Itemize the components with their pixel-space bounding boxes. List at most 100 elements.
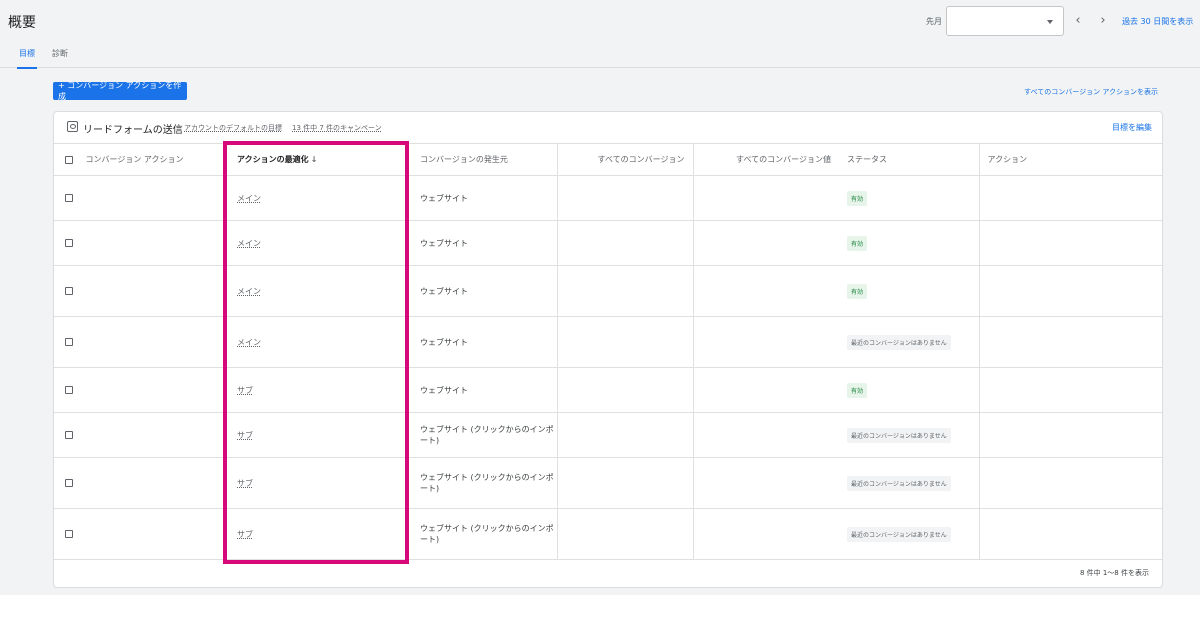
campaign-count-label[interactable]: 13 件中 7 件のキャンペーン <box>292 123 382 133</box>
all-conversions-cell <box>556 220 693 266</box>
select-all-checkbox[interactable] <box>65 155 73 164</box>
optimization-cell[interactable]: メイン <box>226 175 412 221</box>
optimization-cell[interactable]: サブ <box>226 367 412 413</box>
status-badge: 最近のコンバージョンはありません <box>847 427 951 443</box>
optimization-cell[interactable]: メイン <box>226 316 412 368</box>
status-cell: 最近のコンバージョンはありません <box>839 316 979 368</box>
all-conversions-cell <box>556 412 693 458</box>
all-conversion-value-cell <box>692 220 839 266</box>
row-select-cell <box>54 265 226 317</box>
row-select-cell <box>54 220 226 266</box>
column-header-optimization[interactable]: アクションの最適化 ↓ <box>226 143 412 176</box>
row-select-cell <box>54 457 226 509</box>
row-select-cell <box>54 175 226 221</box>
all-conversions-cell <box>556 316 693 368</box>
page-title: 概要 <box>8 15 36 31</box>
row-checkbox[interactable] <box>65 431 73 439</box>
all-conversions-cell <box>556 457 693 509</box>
chevron-right-icon: › <box>1100 12 1106 28</box>
status-badge: 有効 <box>847 283 868 299</box>
create-conversion-action-button[interactable]: + コンバージョン アクションを作成 <box>53 81 187 101</box>
status-badge: 有効 <box>847 190 868 206</box>
actions-cell <box>978 508 1162 560</box>
column-header-source: コンバージョンの発生元 <box>412 143 557 176</box>
status-badge: 最近のコンバージョンはありません <box>847 334 951 350</box>
column-label: コンバージョン アクション <box>85 155 184 164</box>
all-conversions-cell <box>556 508 693 560</box>
actions-cell <box>978 220 1162 266</box>
column-header-status: ステータス <box>839 143 979 176</box>
past-30-days-link[interactable]: 過去 30 日間を表示 <box>1122 16 1193 27</box>
previous-period-button[interactable]: ‹ <box>1070 12 1086 28</box>
all-conversion-value-cell <box>692 175 839 221</box>
source-cell: ウェブサイト (クリックからのインポート) <box>412 508 557 560</box>
table-row: メイン ウェブサイト 有効 <box>54 175 1162 221</box>
row-select-cell <box>54 316 226 368</box>
status-cell: 有効 <box>839 265 979 317</box>
default-goal-label[interactable]: アカウントのデフォルトの目標 <box>184 123 282 133</box>
row-select-cell <box>54 367 226 413</box>
row-checkbox[interactable] <box>65 287 73 295</box>
table-row: サブ ウェブサイト 有効 <box>54 367 1162 413</box>
source-cell: ウェブサイト (クリックからのインポート) <box>412 457 557 509</box>
chevron-left-icon: ‹ <box>1075 12 1081 28</box>
column-header-actions: アクション <box>978 143 1162 176</box>
status-badge: 最近のコンバージョンはありません <box>847 475 951 491</box>
source-cell: ウェブサイト (クリックからのインポート) <box>412 412 557 458</box>
optimization-cell[interactable]: サブ <box>226 457 412 509</box>
all-conversions-cell <box>556 175 693 221</box>
edit-goal-link[interactable]: 目標を編集 <box>1112 122 1152 133</box>
optimization-cell[interactable]: サブ <box>226 508 412 560</box>
status-badge: 有効 <box>847 382 868 398</box>
table-header-row: コンバージョン アクション アクションの最適化 ↓ コンバージョンの発生元 すべて… <box>54 143 1162 176</box>
status-cell: 最近のコンバージョンはありません <box>839 457 979 509</box>
optimization-cell[interactable]: サブ <box>226 412 412 458</box>
next-period-button[interactable]: › <box>1095 12 1111 28</box>
table-row: サブ ウェブサイト (クリックからのインポート) 最近のコンバージョンはありません <box>54 412 1162 458</box>
row-select-cell <box>54 412 226 458</box>
all-conversion-value-cell <box>692 412 839 458</box>
source-cell: ウェブサイト <box>412 367 557 413</box>
status-cell: 最近のコンバージョンはありません <box>839 508 979 560</box>
column-header-conversion-action: コンバージョン アクション <box>54 143 226 176</box>
row-checkbox[interactable] <box>65 338 73 346</box>
column-header-all-conversion-value: すべてのコンバージョン値 <box>692 143 839 176</box>
column-header-all-conversions: すべてのコンバージョン <box>556 143 693 176</box>
optimization-cell[interactable]: メイン <box>226 265 412 317</box>
all-conversions-cell <box>556 265 693 317</box>
row-checkbox[interactable] <box>65 386 73 394</box>
status-badge: 最近のコンバージョンはありません <box>847 526 951 542</box>
pagination-summary: 8 件中 1～8 件を表示 <box>1079 569 1149 577</box>
status-cell: 有効 <box>839 220 979 266</box>
tab-diagnostics[interactable]: 診断 <box>52 48 68 67</box>
arrow-down-icon: ↓ <box>310 155 318 164</box>
status-badge: 有効 <box>847 235 868 251</box>
row-checkbox[interactable] <box>65 239 73 247</box>
row-select-cell <box>54 508 226 560</box>
actions-cell <box>978 457 1162 509</box>
goal-card: リードフォームの送信 アカウントのデフォルトの目標 13 件中 7 件のキャンペ… <box>53 111 1163 588</box>
row-checkbox[interactable] <box>65 194 73 202</box>
optimization-cell[interactable]: メイン <box>226 220 412 266</box>
actions-cell <box>978 316 1162 368</box>
goal-card-header: リードフォームの送信 アカウントのデフォルトの目標 13 件中 7 件のキャンペ… <box>54 112 1162 142</box>
all-conversion-value-cell <box>692 265 839 317</box>
row-checkbox[interactable] <box>65 530 73 538</box>
table-row: サブ ウェブサイト (クリックからのインポート) 最近のコンバージョンはありません <box>54 508 1162 560</box>
actions-cell <box>978 175 1162 221</box>
goal-title: リードフォームの送信 <box>83 125 183 136</box>
table-row: メイン ウェブサイト 有効 <box>54 220 1162 266</box>
tab-bar: 目標 診断 <box>0 46 1200 69</box>
actions-cell <box>978 412 1162 458</box>
all-conversion-value-cell <box>692 367 839 413</box>
source-cell: ウェブサイト <box>412 175 557 221</box>
show-all-conversion-actions-link[interactable]: すべてのコンバージョン アクションを表示 <box>1024 87 1158 97</box>
row-checkbox[interactable] <box>65 479 73 487</box>
status-cell: 最近のコンバージョンはありません <box>839 412 979 458</box>
table-row: サブ ウェブサイト (クリックからのインポート) 最近のコンバージョンはありません <box>54 457 1162 509</box>
column-label: アクションの最適化 <box>237 155 309 164</box>
date-range-select[interactable] <box>946 6 1064 36</box>
source-cell: ウェブサイト <box>412 220 557 266</box>
app-background: 概要 先月 ‹ › 過去 30 日間を表示 目標 診断 + コンバージョン アク… <box>0 0 1200 595</box>
tab-goals[interactable]: 目標 <box>17 48 37 69</box>
